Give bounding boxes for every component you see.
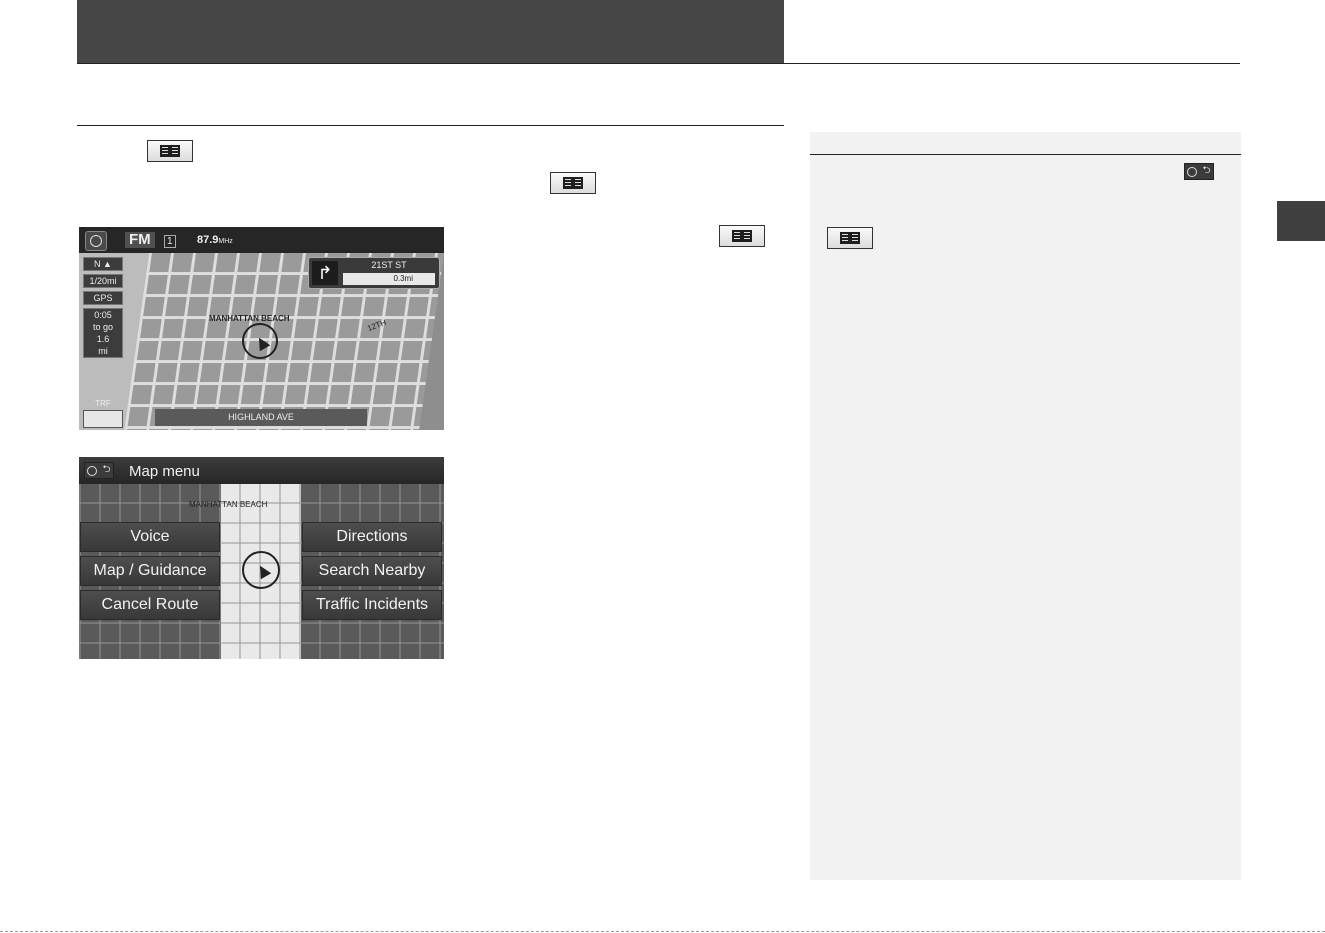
sidebar-note-panel [810,132,1241,880]
home-icon[interactable] [85,231,107,251]
vehicle-position-icon [242,323,278,359]
map-menu-icon[interactable] [550,172,596,194]
map-scale[interactable]: 1/20mi [83,274,123,288]
next-turn-panel: ↱ 21ST ST 0.3mi [308,257,440,289]
map-menu-icon[interactable] [83,410,123,428]
home-back-icon[interactable]: ⮌ [84,462,114,479]
map-menu-icon[interactable] [719,225,765,247]
map-menu-glyph [840,232,860,244]
chapter-header-bar [77,0,784,63]
back-arrow-icon: ⮌ [1202,165,1211,176]
audio-frequency: 87.9MHz [197,234,233,246]
map-guidance-button[interactable]: Map / Guidance [80,556,220,586]
home-icon [1187,166,1198,177]
distance-to-go: 1.6 [96,334,110,344]
section-rule [77,125,784,126]
audio-band: FM [125,232,155,248]
audio-preset: 1 [164,235,176,248]
map-menu-glyph [563,177,583,189]
page-bottom-border [0,931,1325,932]
chapter-side-tab [1277,201,1325,241]
directions-button[interactable]: Directions [302,522,442,552]
next-street: 21ST ST [371,260,407,270]
time-distance-panel: 0:05 to go 1.6 mi [83,308,123,358]
home-icon [87,465,98,476]
map-info-column: N ▲ 1/20mi GPS 0:05 to go 1.6 mi [83,257,123,361]
search-nearby-button[interactable]: Search Nearby [302,556,442,586]
time-to-go: 0:05 [94,310,112,320]
map-menu-glyph [732,230,752,242]
gps-indicator: GPS [83,291,123,305]
distance-unit: mi [98,346,108,356]
north-indicator[interactable]: N ▲ [83,257,123,271]
to-go-label: to go [92,322,114,332]
navigation-map-screen: FM 1 87.9MHz N ▲ 1/20mi GPS 0:05 to go 1… [79,227,444,430]
turn-right-icon: ↱ [312,261,338,285]
map-menu-icon[interactable] [147,140,193,162]
voice-button[interactable]: Voice [80,522,220,552]
map-menu-glyph [160,145,180,157]
cancel-route-button[interactable]: Cancel Route [80,590,220,620]
vehicle-position-icon [242,551,280,589]
current-road: HIGHLAND AVE [155,409,367,426]
home-back-icon[interactable]: ⮌ [1184,163,1214,180]
map-menu-title: Map menu [129,463,200,480]
place-label: MANHATTAN BEACH [209,314,290,323]
back-arrow-icon: ⮌ [102,464,111,475]
map-menu-icon[interactable] [827,227,873,249]
traffic-label[interactable]: TRF [83,399,123,408]
map-menu-title-bar: ⮌ Map menu [79,457,444,484]
traffic-incidents-button[interactable]: Traffic Incidents [302,590,442,620]
audio-status-bar: FM 1 87.9MHz [79,227,444,253]
sidebar-rule [810,154,1241,155]
header-rule [77,63,1240,64]
traffic-and-menu-controls: TRF [83,399,123,428]
next-turn-distance: 0.3mi [343,273,435,285]
place-label: MANHATTAN BEACH [189,500,268,509]
map-menu-screen: ⮌ Map menu MANHATTAN BEACH Voice Directi… [79,457,444,659]
